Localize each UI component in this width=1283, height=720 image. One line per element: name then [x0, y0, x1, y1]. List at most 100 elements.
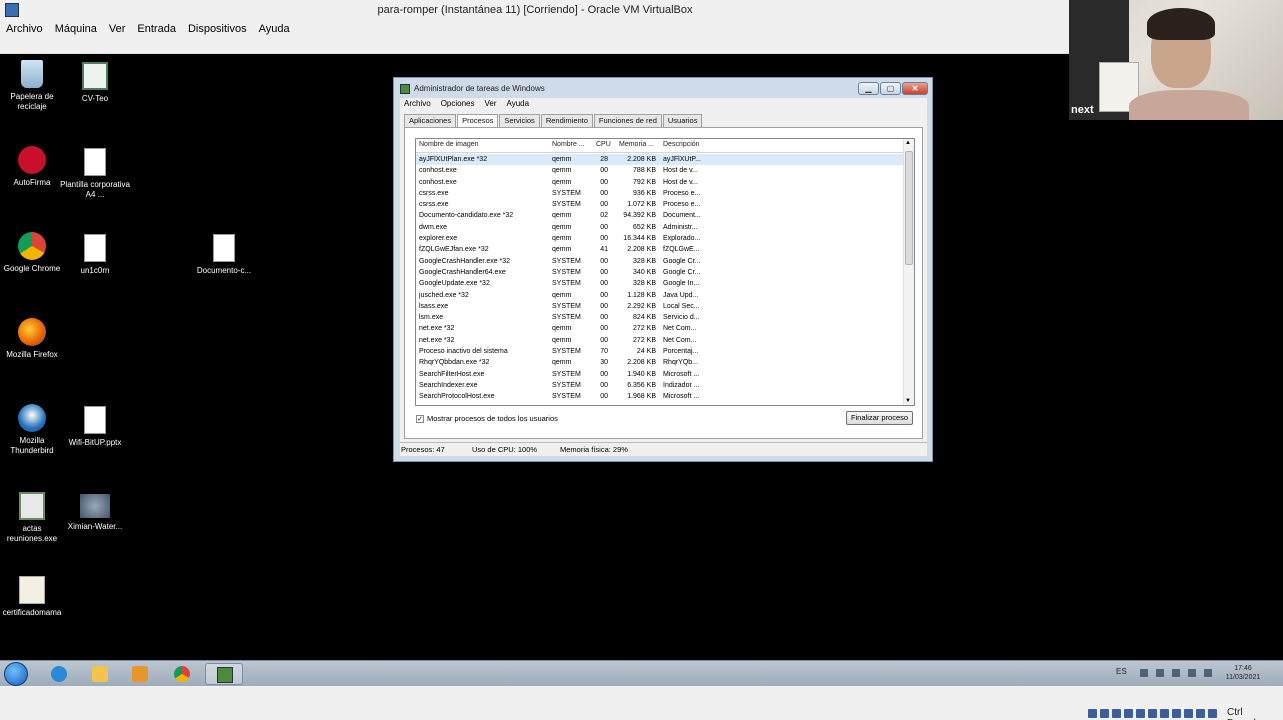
show-all-users-checkbox[interactable]: ✓	[416, 414, 424, 423]
cpu-icon[interactable]	[1184, 709, 1193, 718]
volume-icon[interactable]	[1156, 669, 1164, 677]
language-indicator[interactable]: ES	[1116, 667, 1127, 676]
vb-menu-maquina[interactable]: Máquina	[55, 22, 97, 38]
desktop-icon-cv-teo[interactable]: CV-Teo	[60, 62, 130, 104]
minimize-button[interactable]: ▁	[858, 82, 879, 95]
hard-disk-icon[interactable]	[1088, 709, 1097, 718]
process-row[interactable]: SearchProtocolHost.exe SYSTEM 00 1.968 KB Mi…	[416, 391, 904, 402]
network-adapter-icon[interactable]	[1124, 709, 1133, 718]
tab-procesos[interactable]: Procesos	[457, 114, 499, 128]
process-row[interactable]: ayJFlXUtPlan.exe *32 qemm 28 2.208 KB ayJFlX…	[416, 154, 904, 166]
process-image-name: csrss.exe	[419, 189, 449, 197]
taskbar-explorer[interactable]	[81, 663, 119, 685]
desktop-icon-chrome[interactable]: Google Chrome	[0, 232, 67, 274]
tm-menu-ver[interactable]: Ver	[484, 99, 496, 109]
process-row[interactable]: lsm.exe SYSTEM 00 824 KB Servicio d...	[416, 312, 904, 323]
desktop-icon-documento[interactable]: Documento-c...	[189, 234, 259, 276]
desktop-icon-autofirma[interactable]: AutoFirma	[0, 146, 67, 188]
process-row[interactable]: conhost.exe qemm 00 788 KB Host de v...	[416, 165, 904, 176]
end-process-button[interactable]: Finalizar proceso	[846, 411, 913, 425]
process-row[interactable]: conhost.exe qemm 00 792 KB Host de v...	[416, 177, 904, 188]
process-row[interactable]: net.exe *32 qemm 00 272 KB Net Com...	[416, 323, 904, 334]
column-header-description[interactable]: Descripción	[663, 141, 700, 148]
process-memory: 6.356 KB	[627, 381, 656, 389]
network-icon[interactable]	[1172, 669, 1180, 677]
tm-menu-archivo[interactable]: Archivo	[404, 99, 431, 109]
process-row[interactable]: GoogleCrashHandler.exe *32 SYSTEM 00 328 KB…	[416, 256, 904, 267]
desktop-icon-ximian[interactable]: Ximian-Water...	[60, 494, 130, 532]
desktop-icon-un1c0rn[interactable]: un1c0rn	[60, 234, 130, 276]
tray-arrow-icon[interactable]	[1140, 669, 1148, 677]
desktop-icon-certificado[interactable]: certificadomama	[0, 576, 67, 618]
process-row[interactable]: csrss.exe SYSTEM 00 936 KB Proceso e...	[416, 188, 904, 199]
tab-usuarios[interactable]: Usuarios	[662, 114, 703, 127]
tab-servicios[interactable]: Servicios	[499, 114, 540, 127]
desktop-icon-wifi-bitup[interactable]: Wifi-BitUP.pptx	[60, 406, 130, 448]
process-row[interactable]: lsass.exe SYSTEM 00 2.292 KB Local Sec...	[416, 301, 904, 312]
vb-menu-ver[interactable]: Ver	[109, 22, 126, 38]
process-memory: 24 KB	[636, 348, 656, 356]
maximize-button[interactable]: ▢	[880, 82, 901, 95]
scrollbar-thumb[interactable]	[905, 151, 913, 265]
column-header-memory[interactable]: Memoria ...	[619, 141, 654, 148]
vb-menu-dispositivos[interactable]: Dispositivos	[188, 22, 247, 38]
host-key-label: Ctrl Derecho	[1227, 707, 1265, 720]
column-header-cpu[interactable]: CPU	[596, 141, 611, 148]
status-processes: Procesos: 47	[401, 445, 445, 454]
desktop-icon-recycle-bin[interactable]: Papelera de reciclaje	[0, 60, 67, 112]
optical-drive-icon[interactable]	[1100, 709, 1109, 718]
process-row[interactable]: jusched.exe *32 qemm 00 1.128 KB Java Upd...	[416, 290, 904, 301]
windows-start-icon[interactable]	[4, 662, 28, 686]
process-row[interactable]: explorer.exe qemm 00 16.344 KB Explorado...	[416, 233, 904, 244]
keyboard-icon[interactable]	[1208, 709, 1217, 718]
column-header-user-name[interactable]: Nombre ...	[552, 141, 585, 148]
shared-folders-icon[interactable]	[1148, 709, 1157, 718]
desktop-icon-plantilla[interactable]: Plantilla corporativa A4 ...	[60, 148, 130, 200]
process-row[interactable]: csrss.exe SYSTEM 00 1.072 KB Proceso e...	[416, 199, 904, 210]
action-center-icon[interactable]	[1188, 669, 1196, 677]
process-row[interactable]: net.exe *32 qemm 00 272 KB Net Com...	[416, 335, 904, 346]
audio-icon[interactable]	[1112, 709, 1121, 718]
scroll-down-icon[interactable]: ▼	[905, 398, 911, 404]
recording-icon[interactable]	[1172, 709, 1181, 718]
process-row[interactable]: GoogleCrashHandler64.exe SYSTEM 00 340 KB Go…	[416, 267, 904, 278]
vb-menu-entrada[interactable]: Entrada	[137, 22, 176, 38]
process-list-header: Nombre de imagen Nombre ... CPU Memoria …	[416, 139, 904, 153]
process-row[interactable]: Proceso inactivo del sistema SYSTEM 70 24 K…	[416, 346, 904, 357]
column-header-image-name[interactable]: Nombre de imagen	[419, 141, 479, 148]
process-row[interactable]: SearchIndexer.exe SYSTEM 00 6.356 KB Indizad…	[416, 380, 904, 391]
vb-menu-archivo[interactable]: Archivo	[6, 22, 43, 38]
usb-icon[interactable]	[1136, 709, 1145, 718]
processes-panel: Nombre de imagen Nombre ... CPU Memoria …	[404, 127, 923, 439]
tm-menu-opciones[interactable]: Opciones	[441, 99, 475, 109]
tab-funciones-de-red[interactable]: Funciones de red	[593, 114, 662, 127]
guest-taskbar: ES 17:46 11/03/2021	[0, 660, 1283, 686]
taskbar-chrome[interactable]	[163, 663, 201, 685]
tm-menu-ayuda[interactable]: Ayuda	[507, 99, 530, 109]
process-row[interactable]: GoogleUpdate.exe *32 SYSTEM 00 328 KB Google…	[416, 278, 904, 289]
display-icon[interactable]	[1160, 709, 1169, 718]
tab-aplicaciones[interactable]: Aplicaciones	[404, 114, 457, 127]
taskbar-media-player[interactable]	[121, 663, 159, 685]
process-row[interactable]: fZQLGwEJfan.exe *32 qemm 41 2.208 KB fZQLGwE…	[416, 244, 904, 255]
scroll-up-icon[interactable]: ▲	[905, 140, 911, 146]
process-row[interactable]: SearchFilterHost.exe SYSTEM 00 1.940 KB Micr…	[416, 369, 904, 380]
show-all-users-option[interactable]: ✓ Mostrar procesos de todos los usuarios	[416, 414, 558, 423]
mouse-integration-icon[interactable]	[1196, 709, 1205, 718]
taskbar-internet-explorer[interactable]	[40, 663, 78, 685]
desktop-icon-firefox[interactable]: Mozilla Firefox	[0, 318, 67, 360]
desktop-icon-actas[interactable]: actas reuniones.exe	[0, 492, 67, 544]
taskbar-clock[interactable]: 17:46 11/03/2021	[1222, 664, 1264, 682]
desktop-icon-thunderbird[interactable]: Mozilla Thunderbird	[0, 404, 67, 456]
process-row[interactable]: RhqrYQbbdan.exe *32 qemm 30 2.208 KB RhqrYQb…	[416, 357, 904, 368]
process-row[interactable]: Documento-candidato.exe *32 qemm 02 94.392 …	[416, 210, 904, 221]
process-row[interactable]: dwm.exe qemm 00 652 KB Administr...	[416, 222, 904, 233]
vb-menu-ayuda[interactable]: Ayuda	[259, 22, 290, 38]
taskbar-task-manager[interactable]	[205, 663, 243, 685]
close-button[interactable]: ✕	[902, 82, 928, 95]
process-description: Indizador ...	[663, 381, 700, 389]
security-icon[interactable]	[1204, 669, 1212, 677]
tab-rendimiento[interactable]: Rendimiento	[540, 114, 593, 127]
vertical-scrollbar[interactable]: ▲ ▼	[903, 139, 914, 405]
process-memory: 94.392 KB	[623, 212, 656, 220]
